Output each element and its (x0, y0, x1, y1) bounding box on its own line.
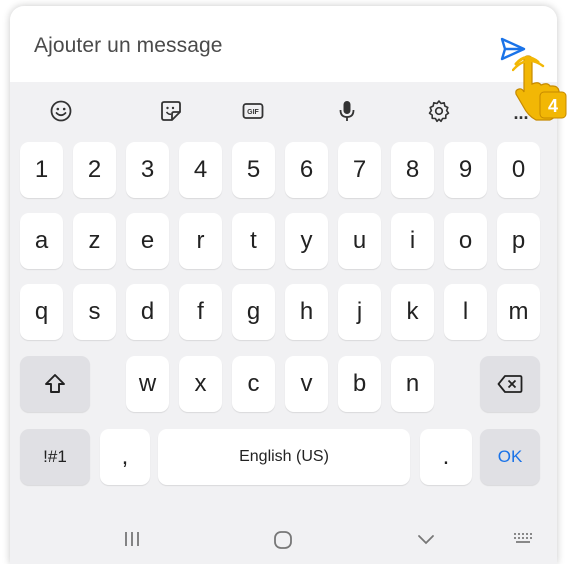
key-1[interactable]: 1 (20, 142, 63, 198)
key-5[interactable]: 5 (232, 142, 275, 198)
key-p[interactable]: p (497, 213, 540, 269)
key-q[interactable]: q (20, 284, 63, 340)
step-badge: 4 (548, 96, 558, 116)
key-3[interactable]: 3 (126, 142, 169, 198)
key-o[interactable]: o (444, 213, 487, 269)
key-i[interactable]: i (391, 213, 434, 269)
key-x[interactable]: x (179, 356, 222, 412)
key-h[interactable]: h (285, 284, 328, 340)
ok-key[interactable]: OK (480, 429, 540, 485)
home-icon[interactable] (272, 530, 294, 550)
key-v[interactable]: v (285, 356, 328, 412)
key-y[interactable]: y (285, 213, 328, 269)
key-t[interactable]: t (232, 213, 275, 269)
key-2[interactable]: 2 (73, 142, 116, 198)
message-bar: Ajouter un message (10, 6, 557, 82)
key-6[interactable]: 6 (285, 142, 328, 198)
key-4[interactable]: 4 (179, 142, 222, 198)
svg-text:GIF: GIF (247, 109, 259, 116)
key-7[interactable]: 7 (338, 142, 381, 198)
key-g[interactable]: g (232, 284, 275, 340)
key-k[interactable]: k (391, 284, 434, 340)
space-key[interactable]: English (US) (158, 429, 410, 485)
gif-icon[interactable]: GIF (240, 98, 266, 124)
comma-key[interactable]: , (100, 429, 150, 485)
key-c[interactable]: c (232, 356, 275, 412)
key-8[interactable]: 8 (391, 142, 434, 198)
key-a[interactable]: a (20, 213, 63, 269)
recent-apps-icon[interactable] (122, 530, 142, 548)
key-j[interactable]: j (338, 284, 381, 340)
hide-keyboard-icon[interactable] (416, 530, 436, 548)
message-input[interactable]: Ajouter un message (34, 34, 223, 58)
key-e[interactable]: e (126, 213, 169, 269)
backspace-icon (497, 375, 523, 393)
key-0[interactable]: 0 (497, 142, 540, 198)
key-m[interactable]: m (497, 284, 540, 340)
keyboard-toolbar: GIF ... (10, 82, 557, 140)
key-b[interactable]: b (338, 356, 381, 412)
pointing-hand-icon: 4 (512, 55, 567, 121)
key-z[interactable]: z (73, 213, 116, 269)
key-l[interactable]: l (444, 284, 487, 340)
settings-icon[interactable] (426, 98, 452, 124)
key-9[interactable]: 9 (444, 142, 487, 198)
key-s[interactable]: s (73, 284, 116, 340)
shift-icon (45, 374, 65, 393)
microphone-icon[interactable] (334, 98, 360, 124)
key-f[interactable]: f (179, 284, 222, 340)
key-w[interactable]: w (126, 356, 169, 412)
key-d[interactable]: d (126, 284, 169, 340)
key-n[interactable]: n (391, 356, 434, 412)
shift-key[interactable] (20, 356, 90, 412)
period-key[interactable]: . (420, 429, 472, 485)
emoji-icon[interactable] (48, 98, 74, 124)
sticker-icon[interactable] (158, 98, 184, 124)
navigation-bar (10, 516, 557, 564)
keyboard-panel: Ajouter un message GIF ... 1 2 3 4 5 6 7… (10, 6, 557, 564)
symbols-key[interactable]: !#1 (20, 429, 90, 485)
key-u[interactable]: u (338, 213, 381, 269)
keyboard-switch-icon[interactable] (512, 530, 534, 546)
backspace-key[interactable] (480, 356, 540, 412)
key-r[interactable]: r (179, 213, 222, 269)
ok-label: OK (497, 447, 523, 466)
